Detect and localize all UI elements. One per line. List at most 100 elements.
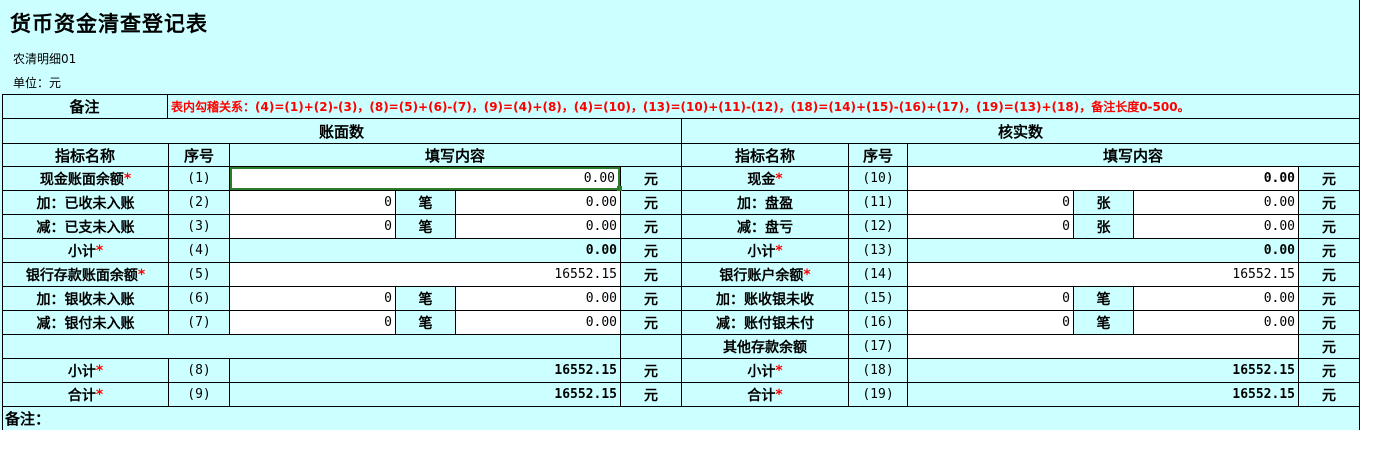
right-row-11-name: 加：盘盈: [682, 191, 848, 214]
left-row-yuan: 元: [644, 219, 658, 236]
row-name-text: 现金: [747, 171, 776, 188]
left-row-amount-total: 16552.15: [554, 387, 617, 402]
grid-vline: [620, 334, 621, 358]
right-row-yuan: 元: [1322, 243, 1336, 260]
col-header-seq-right: 序号: [862, 146, 893, 165]
right-row-12-name: 减：盘亏: [682, 215, 848, 238]
left-row-5-name: 银行存款账面余额 *: [3, 263, 168, 286]
left-row-amount-input[interactable]: 16552.15: [230, 263, 620, 286]
page-title: 货币资金清查登记表: [10, 12, 208, 36]
row-name-text: 小计: [747, 243, 776, 260]
right-row-count-unit: 张: [1096, 219, 1111, 236]
right-row-amount-input[interactable]: 0.00: [1134, 191, 1298, 214]
right-row-count-input[interactable]: 0: [908, 215, 1073, 238]
left-row-yuan: 元: [644, 243, 658, 260]
left-row-amount-input[interactable]: 0.00: [456, 311, 620, 334]
left-row-seq: (2): [187, 195, 211, 210]
left-row-yuan: 元: [644, 363, 658, 380]
right-row-amount-input[interactable]: 0.00: [908, 167, 1298, 190]
grid-vline: [229, 143, 230, 166]
row-name-text: 加：银收未入账: [36, 291, 135, 308]
grid-hline: [2, 94, 1359, 95]
selection-handle[interactable]: [617, 186, 622, 191]
right-row-amount-input[interactable]: [908, 335, 1298, 358]
required-star: *: [95, 362, 104, 379]
right-row-amount-input[interactable]: 0.00: [1134, 287, 1298, 310]
left-row-amount-input[interactable]: 0.00: [456, 287, 620, 310]
row-name-text: 加：盘盈: [737, 195, 793, 212]
grid-vline: [907, 143, 908, 166]
required-star: *: [803, 266, 811, 283]
right-row-seq: (10): [862, 171, 894, 186]
left-row-3-name: 减：已支未入账: [3, 215, 168, 238]
col-header-name-right: 指标名称: [734, 146, 795, 165]
row-name-text: 小计: [67, 243, 96, 260]
left-row-seq: (6): [187, 291, 211, 306]
right-row-amount-total: 16552.15: [1232, 387, 1295, 402]
right-row-seq: (14): [862, 267, 894, 282]
remark-label: 备注：: [5, 410, 51, 428]
right-row-19-name: 合计 *: [682, 383, 848, 406]
left-row-amount-total: 16552.15: [554, 363, 617, 378]
col-header-content-right: 填写内容: [1102, 146, 1163, 165]
left-row-yuan: 元: [644, 315, 658, 332]
right-row-seq: (15): [862, 291, 894, 306]
left-row-seq: (5): [187, 267, 211, 282]
left-row-count-input[interactable]: 0: [230, 215, 395, 238]
right-row-count-input[interactable]: 0: [908, 311, 1073, 334]
remark-input[interactable]: [0, 430, 1360, 456]
row-name-text: 小计: [67, 363, 96, 380]
left-row-count-input[interactable]: 0: [230, 287, 395, 310]
right-row-yuan: 元: [1322, 219, 1336, 236]
left-row-count-unit: 笔: [418, 315, 433, 332]
right-row-amount-input[interactable]: 0.00: [1134, 311, 1298, 334]
col-header-content-left: 填写内容: [424, 146, 485, 165]
left-row-count-unit: 笔: [418, 195, 433, 212]
left-row-yuan: 元: [644, 195, 658, 212]
row-name-text: 其他存款余额: [723, 339, 807, 356]
right-row-seq: (19): [862, 387, 894, 402]
row-name-text: 现金账面余额: [39, 171, 124, 188]
right-row-yuan: 元: [1322, 363, 1336, 380]
left-row-seq: (9): [187, 387, 211, 402]
row-name-text: 减：盘亏: [737, 219, 793, 236]
right-row-14-name: 银行账户余额 *: [682, 263, 848, 286]
book-section-header: 账面数: [318, 122, 364, 141]
required-star: *: [137, 266, 146, 283]
left-row-amount-input[interactable]: 0.00: [230, 167, 620, 190]
right-row-amount-total: 16552.15: [1232, 363, 1295, 378]
right-row-amount-input[interactable]: 16552.15: [908, 263, 1298, 286]
left-row-count-input[interactable]: 0: [230, 311, 395, 334]
check-rules-text: 表内勾稽关系：(4)=(1)+(2)-(3)，(8)=(5)+(6)-(7)，(…: [171, 100, 1190, 114]
left-row-8-name: 小计 *: [3, 359, 168, 382]
left-row-amount-input[interactable]: 0.00: [456, 191, 620, 214]
left-row-6-name: 加：银收未入账: [3, 287, 168, 310]
right-row-count-input[interactable]: 0: [908, 287, 1073, 310]
left-row-seq: (1): [187, 171, 211, 186]
right-row-seq: (13): [862, 243, 894, 258]
grid-vline: [848, 143, 849, 166]
left-row-seq: (7): [187, 315, 211, 330]
right-row-count-unit: 笔: [1096, 291, 1111, 308]
left-row-yuan: 元: [644, 387, 658, 404]
left-row-seq: (8): [187, 363, 211, 378]
unit-label: 单位：元: [13, 76, 62, 90]
right-row-seq: (16): [862, 315, 894, 330]
right-row-count-input[interactable]: 0: [908, 191, 1073, 214]
left-row-yuan: 元: [644, 291, 658, 308]
left-row-9-name: 合计 *: [3, 383, 168, 406]
required-star: *: [775, 386, 783, 403]
right-row-seq: (12): [862, 219, 894, 234]
left-row-amount-input[interactable]: 0.00: [456, 215, 620, 238]
row-name-text: 小计: [747, 363, 776, 380]
right-row-yuan: 元: [1322, 339, 1336, 356]
row-name-text: 加：已收未入账: [36, 195, 135, 212]
right-row-amount-input[interactable]: 0.00: [1134, 215, 1298, 238]
left-row-4-name: 小计 *: [3, 239, 168, 262]
right-row-yuan: 元: [1322, 195, 1336, 212]
left-row-count-input[interactable]: 0: [230, 191, 395, 214]
required-star: *: [123, 170, 132, 187]
left-row-1-name: 现金账面余额 *: [3, 167, 168, 190]
row-name-text: 合计: [67, 387, 96, 404]
right-row-seq: (17): [862, 339, 894, 354]
